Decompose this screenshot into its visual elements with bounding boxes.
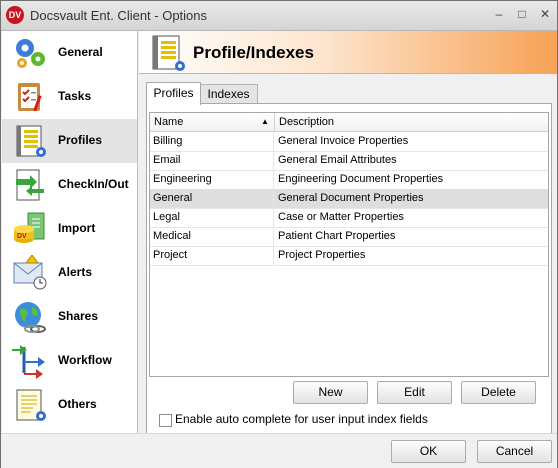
sidebar-item-tasks[interactable]: Tasks	[2, 75, 137, 119]
dialog-footer: OK Cancel	[1, 433, 557, 468]
sidebar-item-label: Others	[58, 397, 97, 411]
sidebar-item-import[interactable]: DV Import	[2, 207, 137, 251]
clipboard-checklist-icon	[18, 83, 42, 112]
table-row[interactable]: Email General Email Attributes	[150, 151, 548, 171]
options-window: DV Docsvault Ent. Client - Options – □ ✕…	[0, 0, 558, 468]
profiles-tab-panel: Name ▲ Description Billing General Invoi…	[146, 103, 552, 438]
sidebar-item-label: Alerts	[58, 265, 93, 279]
cell-name: Project	[150, 246, 274, 265]
new-profile-button[interactable]: New	[293, 381, 368, 404]
sidebar-item-label: Profiles	[58, 133, 103, 147]
sort-ascending-icon: ▲	[261, 117, 269, 126]
svg-text:DV: DV	[17, 233, 27, 240]
cell-description: General Email Attributes	[278, 154, 397, 166]
globe-share-icon	[15, 302, 46, 333]
checkin-checkout-icon	[16, 169, 44, 201]
sidebar-item-checkin-out[interactable]: CheckIn/Out	[2, 163, 137, 207]
profile-document-icon	[152, 35, 185, 71]
delete-profile-button[interactable]: Delete	[461, 381, 536, 404]
close-button[interactable]: ✕	[535, 6, 555, 24]
table-row[interactable]: Billing General Invoice Properties	[150, 132, 548, 152]
options-content: Profile/Indexes Profiles Indexes Name ▲ …	[139, 31, 557, 438]
table-row[interactable]: Engineering Engineering Document Propert…	[150, 170, 548, 190]
sidebar-item-label: Shares	[58, 309, 99, 323]
table-row[interactable]: Medical Patient Chart Properties	[150, 227, 548, 247]
gears-icon	[16, 39, 45, 68]
import-icon: DV	[14, 212, 45, 243]
table-row-selected[interactable]: General General Document Properties	[150, 189, 548, 209]
cell-name: Medical	[150, 227, 274, 246]
sidebar-item-label: CheckIn/Out	[58, 177, 129, 191]
sidebar-item-workflow[interactable]: Workflow	[2, 339, 137, 383]
cell-description: General Document Properties	[278, 192, 424, 204]
edit-profile-button[interactable]: Edit	[377, 381, 452, 404]
profiles-grid: Name ▲ Description Billing General Invoi…	[149, 112, 549, 377]
grid-header: Name ▲ Description	[150, 113, 548, 132]
sidebar-item-label: Import	[58, 221, 96, 235]
profile-document-icon	[16, 125, 46, 157]
cell-description: General Invoice Properties	[278, 135, 409, 147]
column-header-name[interactable]: Name ▲	[150, 113, 275, 131]
page-title: Profile/Indexes	[193, 43, 314, 62]
document-gear-icon	[16, 389, 46, 421]
cell-description: Project Properties	[278, 249, 366, 261]
panel-header: Profile/Indexes	[139, 31, 557, 74]
cell-name: Email	[150, 151, 274, 170]
autocomplete-checkbox[interactable]	[159, 414, 172, 427]
options-sidebar: General Tasks Profiles CheckIn/Out DV Im…	[2, 31, 138, 433]
sidebar-item-label: General	[58, 45, 103, 59]
minimize-button[interactable]: –	[489, 6, 509, 24]
cell-description: Patient Chart Properties	[278, 230, 396, 242]
workflow-arrows-icon	[12, 345, 45, 379]
sidebar-item-label: Workflow	[58, 353, 112, 367]
cancel-button[interactable]: Cancel	[477, 440, 552, 463]
alert-envelope-icon	[13, 255, 47, 290]
sidebar-item-others[interactable]: Others	[2, 383, 137, 427]
cell-description: Engineering Document Properties	[278, 173, 444, 185]
autocomplete-checkbox-label[interactable]: Enable auto complete for user input inde…	[175, 412, 428, 426]
docsvault-app-icon: DV	[6, 6, 24, 24]
maximize-button[interactable]: □	[512, 6, 532, 24]
tab-indexes[interactable]: Indexes	[199, 84, 258, 104]
cell-name: Engineering	[150, 170, 274, 189]
cell-name: General	[150, 189, 274, 208]
column-header-description[interactable]: Description	[275, 113, 548, 131]
sidebar-item-general[interactable]: General	[2, 31, 137, 75]
window-title: Docsvault Ent. Client - Options	[30, 8, 208, 23]
column-header-label: Name	[154, 116, 184, 128]
title-bar: DV Docsvault Ent. Client - Options – □ ✕	[1, 1, 557, 31]
sidebar-item-label: Tasks	[58, 89, 92, 103]
cell-description: Case or Matter Properties	[278, 211, 404, 223]
sidebar-item-profiles[interactable]: Profiles	[2, 119, 137, 163]
tab-profiles[interactable]: Profiles	[146, 82, 201, 105]
cell-name: Billing	[150, 132, 274, 151]
ok-button[interactable]: OK	[391, 440, 466, 463]
sidebar-item-alerts[interactable]: Alerts	[2, 251, 137, 295]
table-row[interactable]: Project Project Properties	[150, 246, 548, 266]
table-row[interactable]: Legal Case or Matter Properties	[150, 208, 548, 228]
sidebar-item-shares[interactable]: Shares	[2, 295, 137, 339]
cell-name: Legal	[150, 208, 274, 227]
